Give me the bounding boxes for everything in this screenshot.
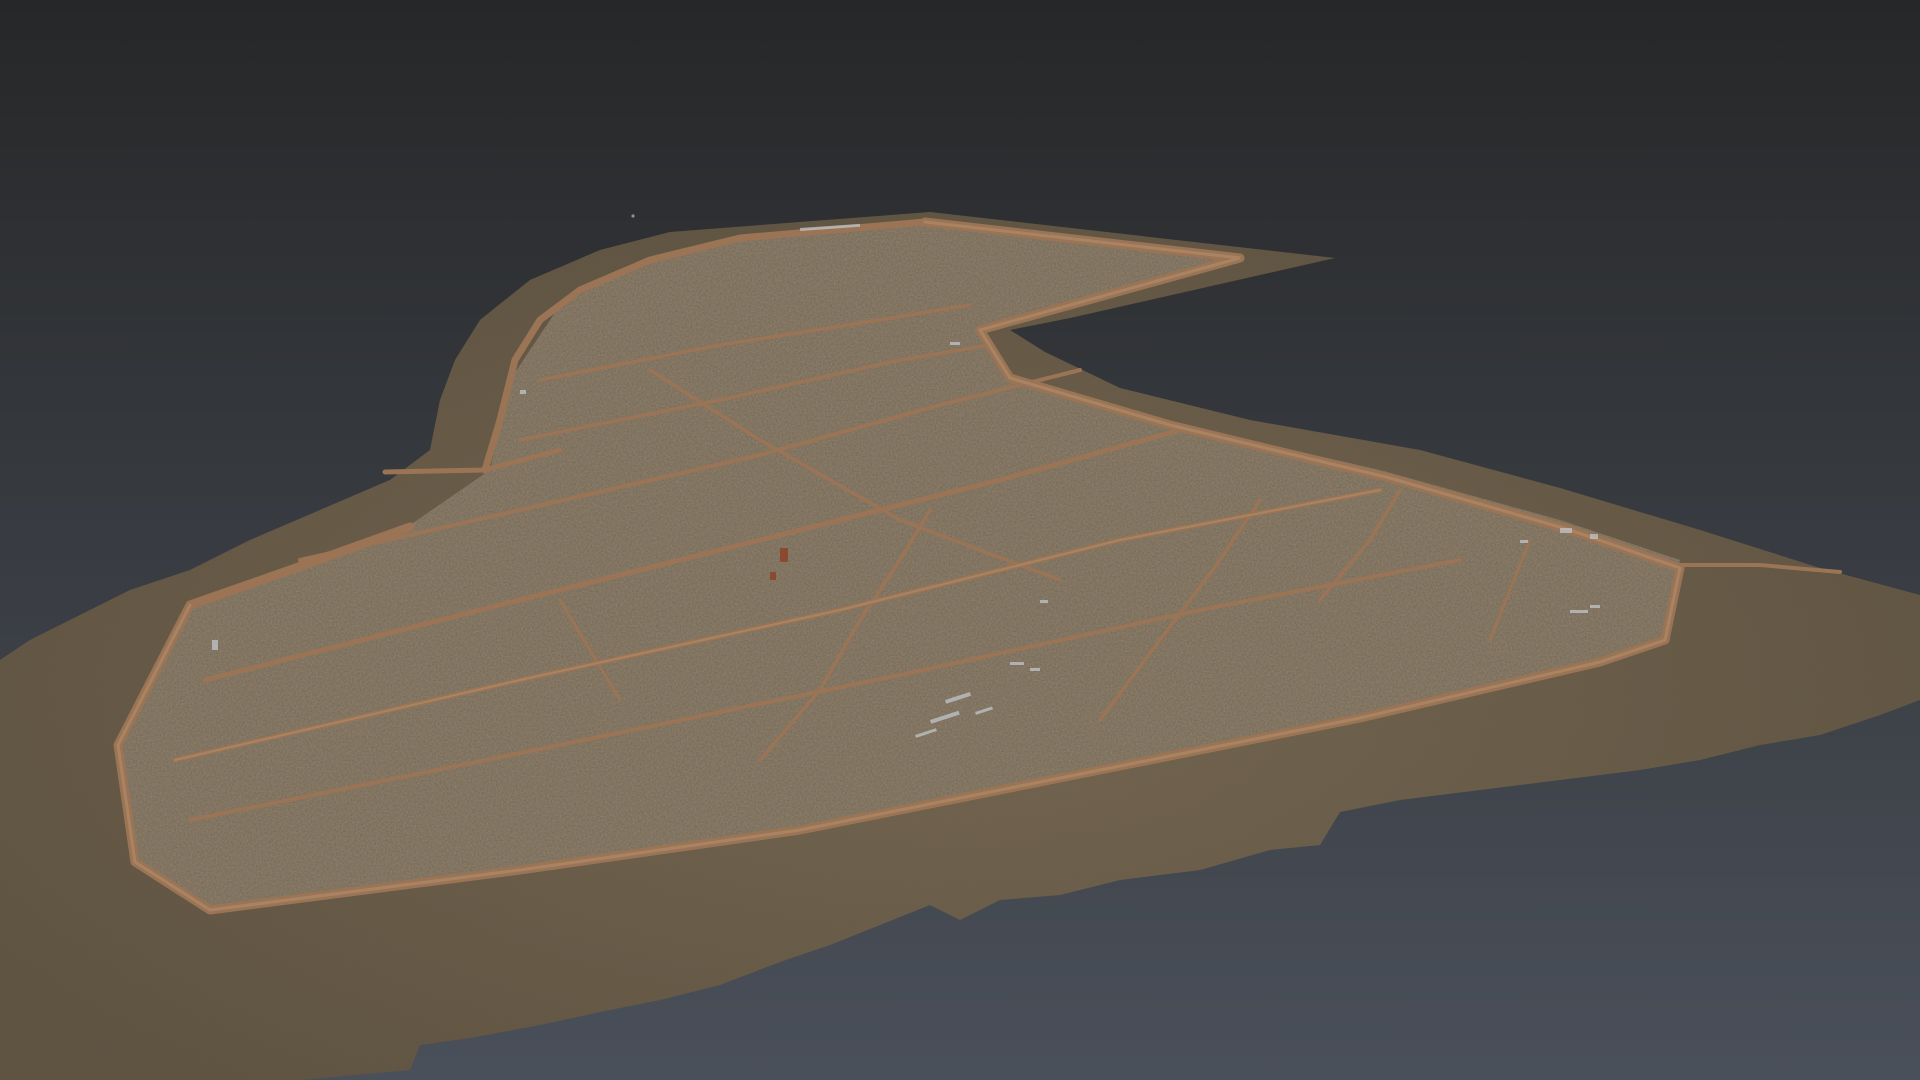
3d-viewport[interactable]	[0, 0, 1920, 1080]
point-cloud-canvas[interactable]	[0, 0, 1920, 1080]
orbit-pivot-marker	[631, 214, 635, 218]
